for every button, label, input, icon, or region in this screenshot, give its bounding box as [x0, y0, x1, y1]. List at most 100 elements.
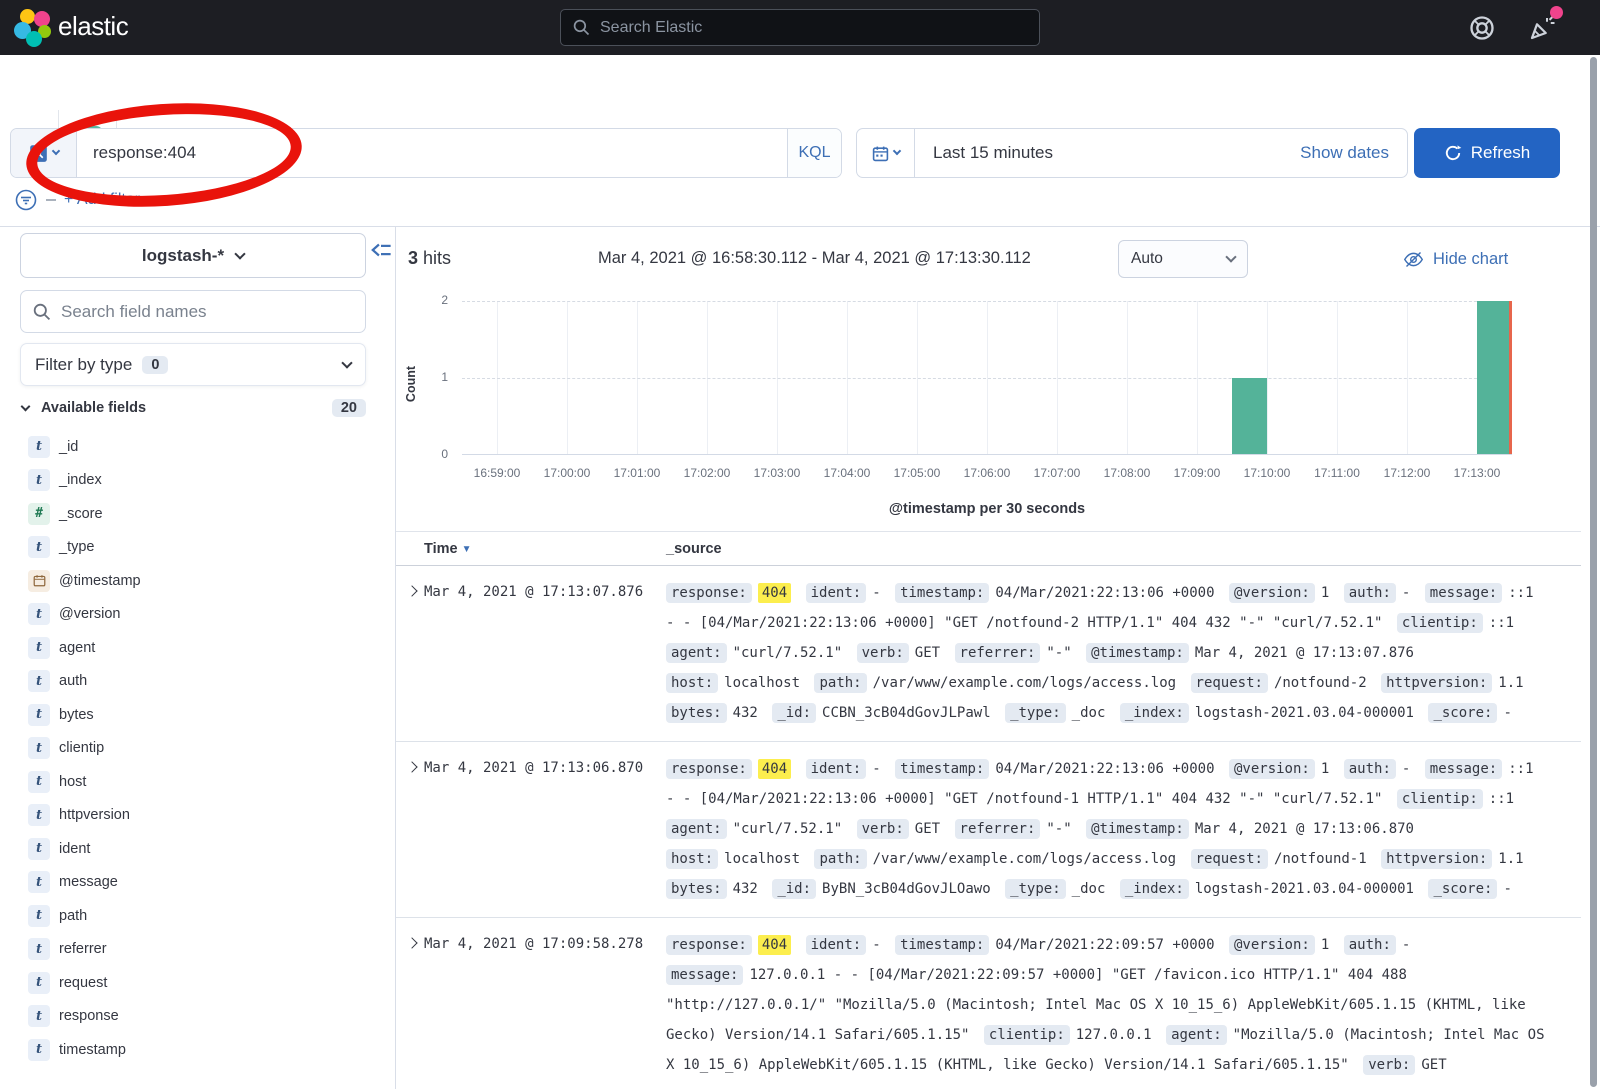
saved-query-icon: [29, 144, 48, 163]
source-field-value: ::1: [1489, 615, 1514, 631]
interval-select[interactable]: Auto: [1118, 240, 1248, 278]
time-column-header[interactable]: Time▼: [424, 541, 666, 557]
source-field-value: "curl/7.52.1": [733, 645, 843, 661]
chevron-down-icon: [51, 147, 59, 155]
filter-by-type-select[interactable]: Filter by type 0: [20, 343, 366, 386]
source-field-name: _index:: [1120, 703, 1189, 723]
available-fields-accordion[interactable]: Available fields 20: [22, 399, 366, 417]
help-icon[interactable]: [1468, 14, 1496, 42]
source-field-name: @version:: [1229, 935, 1315, 955]
field-item-path[interactable]: tpath: [0, 899, 396, 933]
query-bar[interactable]: response:404 KQL: [10, 128, 842, 178]
source-field-name: verb:: [857, 819, 909, 839]
field-type-string-icon: t: [28, 436, 50, 458]
filter-icon[interactable]: [14, 188, 38, 212]
refresh-icon: [1444, 144, 1462, 162]
source-field-value: -: [1402, 761, 1410, 777]
refresh-button[interactable]: Refresh: [1414, 128, 1560, 178]
field-name: host: [59, 774, 86, 790]
expand-row-icon[interactable]: [406, 761, 417, 772]
field-item-bytes[interactable]: tbytes: [0, 698, 396, 732]
field-item-type[interactable]: t_type: [0, 531, 396, 565]
field-name: agent: [59, 640, 95, 656]
expand-row-icon[interactable]: [406, 585, 417, 596]
histogram-bar[interactable]: [1477, 301, 1512, 454]
field-item-agent[interactable]: tagent: [0, 631, 396, 665]
field-name: clientip: [59, 740, 104, 756]
field-item-ident[interactable]: tident: [0, 832, 396, 866]
x-axis-tick-label: 17:06:00: [952, 466, 1022, 480]
field-item-id[interactable]: t_id: [0, 430, 396, 464]
source-field-name: response:: [666, 935, 752, 955]
field-name: ident: [59, 841, 90, 857]
field-item-index[interactable]: t_index: [0, 464, 396, 498]
field-item-score[interactable]: #_score: [0, 497, 396, 531]
field-type-string-icon: t: [28, 905, 50, 927]
source-field-value-highlighted: 404: [758, 935, 791, 955]
chart-gridline: [462, 378, 1512, 379]
field-item-auth[interactable]: tauth: [0, 665, 396, 699]
field-name: timestamp: [59, 1042, 126, 1058]
field-item-timestamp[interactable]: ttimestamp: [0, 1033, 396, 1067]
field-name: _index: [59, 472, 102, 488]
row-time: Mar 4, 2021 @ 17:09:58.278: [424, 930, 666, 1080]
source-field-value: -: [1402, 937, 1410, 953]
source-field-name: @version:: [1229, 583, 1315, 603]
expand-row-icon[interactable]: [406, 937, 417, 948]
collapse-sidebar-icon[interactable]: [370, 239, 392, 261]
time-range-button[interactable]: Last 15 minutes: [915, 143, 1053, 163]
source-field-value: localhost: [724, 675, 800, 691]
date-quick-select-button[interactable]: [857, 129, 915, 177]
field-type-string-icon: t: [28, 603, 50, 625]
x-axis-tick-label: 17:09:00: [1162, 466, 1232, 480]
field-item-version[interactable]: t @version: [0, 598, 396, 632]
vertical-scrollbar[interactable]: [1590, 57, 1597, 1087]
source-field-value: 04/Mar/2021:22:13:06 +0000: [995, 585, 1214, 601]
field-name: @version: [59, 606, 120, 622]
row-source: response:404 ident:- timestamp:04/Mar/20…: [666, 578, 1581, 728]
source-field-name: httpversion:: [1381, 673, 1492, 693]
source-field-value-highlighted: 404: [758, 583, 791, 603]
source-field-value: 1.1: [1498, 851, 1523, 867]
refresh-label: Refresh: [1471, 143, 1531, 163]
source-field-name: verb:: [857, 643, 909, 663]
table-row: Mar 4, 2021 @ 17:13:06.870response:404 i…: [396, 742, 1581, 918]
search-icon: [33, 303, 51, 321]
x-axis-tick-label: 17:04:00: [812, 466, 882, 480]
query-input[interactable]: response:404: [77, 143, 787, 163]
table-body: Mar 4, 2021 @ 17:13:07.876response:404 i…: [396, 566, 1581, 1089]
add-filter-button[interactable]: + Add filter: [64, 191, 140, 209]
elastic-logo-icon[interactable]: [14, 9, 52, 47]
source-field-name: response:: [666, 759, 752, 779]
field-item-message[interactable]: tmessage: [0, 866, 396, 900]
filter-bar: + Add filter: [14, 188, 140, 212]
source-field-value: 432: [733, 705, 758, 721]
index-pattern-select[interactable]: logstash-*: [20, 233, 366, 278]
field-item-timestamp[interactable]: @timestamp: [0, 564, 396, 598]
field-search-input[interactable]: Search field names: [20, 290, 366, 333]
discover-main: 3 hits Mar 4, 2021 @ 16:58:30.112 - Mar …: [396, 227, 1600, 1089]
source-field-name: host:: [666, 673, 718, 693]
field-item-clientip[interactable]: tclientip: [0, 732, 396, 766]
x-axis-tick-label: 17:08:00: [1092, 466, 1162, 480]
field-item-response[interactable]: tresponse: [0, 1000, 396, 1034]
field-type-string-icon: t: [28, 804, 50, 826]
show-dates-button[interactable]: Show dates: [1300, 143, 1407, 163]
field-item-referrer[interactable]: treferrer: [0, 933, 396, 967]
histogram-chart: [462, 301, 1512, 455]
query-language-button[interactable]: KQL: [787, 129, 841, 177]
histogram-bar[interactable]: [1232, 378, 1267, 455]
saved-query-menu-button[interactable]: [11, 129, 77, 177]
source-field-value: -: [1503, 881, 1511, 897]
field-item-request[interactable]: trequest: [0, 966, 396, 1000]
field-type-string-icon: t: [28, 704, 50, 726]
field-type-date-icon: [28, 570, 50, 592]
field-type-string-icon: t: [28, 938, 50, 960]
source-field-name: bytes:: [666, 879, 727, 899]
field-item-httpversion[interactable]: thttpversion: [0, 799, 396, 833]
field-item-host[interactable]: thost: [0, 765, 396, 799]
hide-chart-button[interactable]: Hide chart: [1403, 249, 1508, 270]
x-axis-tick-label: 17:05:00: [882, 466, 952, 480]
source-field-name: verb:: [1363, 1055, 1415, 1075]
global-search-input[interactable]: Search Elastic: [560, 9, 1040, 46]
